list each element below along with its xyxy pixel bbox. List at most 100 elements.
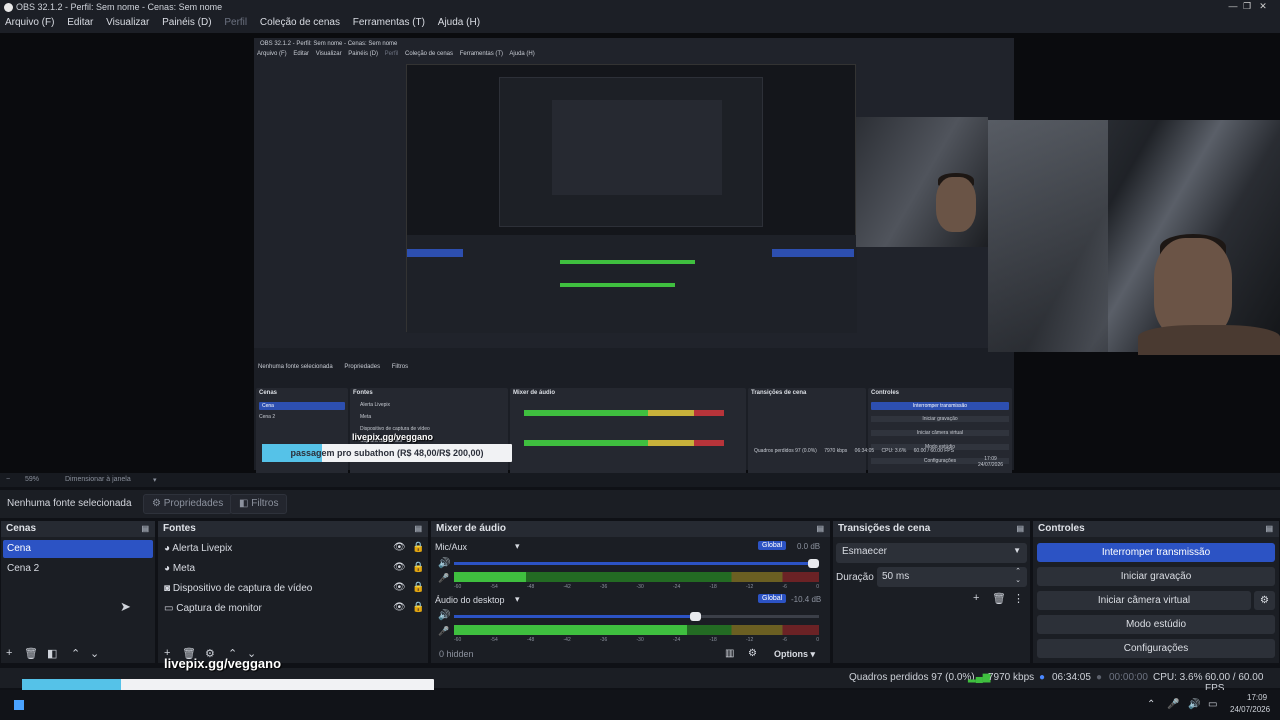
- eye-icon[interactable]: 👁: [393, 582, 406, 593]
- microphone-icon[interactable]: 🎤: [1167, 699, 1179, 710]
- settings-button[interactable]: Configurações: [1037, 639, 1275, 658]
- lock-icon[interactable]: 🔒: [412, 582, 424, 593]
- windows-start-icon[interactable]: [14, 700, 24, 710]
- nested-docks: Nenhuma fonte selecionada Propriedades F…: [254, 348, 1014, 478]
- menu-visualizar[interactable]: Visualizar: [101, 15, 154, 30]
- dock-menu-icon[interactable]: ▤: [1265, 524, 1273, 533]
- properties-label: Propriedades: [163, 498, 224, 509]
- menu-colecao-cenas[interactable]: Coleção de cenas: [255, 15, 345, 30]
- transition-selected: Esmaecer: [842, 546, 888, 557]
- zoom-value[interactable]: 59%: [25, 476, 39, 483]
- filter-icon[interactable]: ◧: [47, 647, 57, 660]
- taskbar: ⌃ 🎤 🔊 ▭ 17:09 24/07/2026: [0, 690, 1280, 720]
- lock-icon[interactable]: 🔒: [412, 562, 424, 573]
- nested-menu: Arquivo (F) Editar Visualizar Painéis (D…: [257, 51, 540, 57]
- zoom-mode[interactable]: Dimensionar à janela: [65, 476, 131, 483]
- start-virtual-camera-button[interactable]: Iniciar câmera virtual: [1037, 591, 1251, 610]
- trash-icon[interactable]: 🗑: [992, 592, 1006, 605]
- stepper-up-icon[interactable]: ⌃: [1015, 567, 1021, 575]
- move-up-icon[interactable]: ⌃: [71, 647, 80, 660]
- dock-menu-icon[interactable]: ▤: [1016, 524, 1024, 533]
- nested-transitions-dock: Transições de cena: [748, 388, 866, 478]
- filters-label: Filtros: [251, 498, 279, 509]
- scenes-header: Cenas ▤: [1, 521, 155, 537]
- eye-icon[interactable]: 👁: [393, 562, 406, 573]
- options-button[interactable]: Options ▾: [774, 649, 815, 660]
- lock-icon[interactable]: 🔒: [412, 542, 424, 553]
- volume-slider[interactable]: [454, 612, 819, 621]
- meter-scale: -60 -54 -48 -42 -36 -30 -24 -18 -12 -6 0: [454, 584, 819, 590]
- maximize-button[interactable]: ❐: [1240, 1, 1254, 13]
- source-toolbar: Nenhuma fonte selecionada ⚙ Propriedades…: [0, 490, 1280, 518]
- nested-scenes-title: Cenas: [259, 390, 278, 396]
- add-scene-icon[interactable]: +: [6, 647, 12, 659]
- dock-menu-icon[interactable]: ▤: [816, 524, 824, 533]
- stream-time: 06:34:05: [1052, 672, 1091, 683]
- layout-icon[interactable]: ▥: [725, 648, 734, 659]
- volume-slider[interactable]: [454, 559, 819, 568]
- nested-filters: Filtros: [391, 364, 409, 370]
- network-icon[interactable]: ▭: [1208, 699, 1217, 710]
- advanced-audio-icon[interactable]: ⚙: [748, 648, 757, 659]
- duration-input[interactable]: 50 ms ⌃ ⌄: [877, 567, 1027, 587]
- lock-icon[interactable]: 🔒: [412, 602, 424, 613]
- menu-ajuda[interactable]: Ajuda (H): [433, 15, 485, 30]
- mic-mute-icon[interactable]: 🎤: [438, 573, 449, 584]
- speaker-icon[interactable]: 🔊: [438, 558, 450, 569]
- close-button[interactable]: ✕: [1256, 1, 1270, 13]
- nested-menu-item: Painéis (D): [348, 51, 378, 57]
- source-item[interactable]: ◕ Alerta Livepix 👁 🔒: [160, 540, 426, 558]
- nested-monitor-capture: OBS 32.1.2 - Perfil: Sem nome - Cenas: S…: [254, 38, 1014, 478]
- nested-source-item: Meta: [360, 414, 372, 420]
- zoom-minus-icon[interactable]: −: [6, 476, 10, 483]
- stepper-down-icon[interactable]: ⌄: [1015, 576, 1021, 584]
- volume-slider-knob[interactable]: [689, 612, 701, 621]
- menu-perfil[interactable]: Perfil: [219, 15, 252, 30]
- volume-slider-knob[interactable]: [808, 559, 819, 568]
- eye-icon[interactable]: 👁: [393, 542, 406, 553]
- source-item[interactable]: ◙ Dispositivo de captura de vídeo 👁 🔒: [160, 580, 426, 598]
- trash-icon[interactable]: 🗑: [24, 647, 38, 660]
- scene-item-cena-2[interactable]: Cena 2: [3, 560, 153, 578]
- dock-menu-icon[interactable]: ▤: [141, 524, 149, 533]
- nested-kbps: 7970 kbps: [824, 448, 848, 454]
- menu-editar[interactable]: Editar: [62, 15, 98, 30]
- nested-menu-item: Coleção de cenas: [404, 51, 454, 57]
- move-down-icon[interactable]: ⌄: [90, 647, 99, 660]
- more-options-icon[interactable]: ⋮: [1013, 592, 1024, 605]
- tray-chevron-icon[interactable]: ⌃: [1147, 699, 1155, 710]
- meter-scale: -60 -54 -48 -42 -36 -30 -24 -18 -12 -6 0: [454, 637, 819, 643]
- speaker-icon[interactable]: 🔊: [438, 610, 450, 621]
- zoom-dropdown-icon[interactable]: ▾: [153, 476, 157, 484]
- virtual-camera-settings-gear-icon[interactable]: ⚙: [1254, 591, 1275, 610]
- sources-dock: Fontes ▤ ◕ Alerta Livepix 👁 🔒 ◕ Meta 👁 🔒…: [158, 521, 428, 663]
- menu-ferramentas[interactable]: Ferramentas (T): [348, 15, 430, 30]
- volume-icon[interactable]: 🔊: [1188, 699, 1200, 710]
- source-item[interactable]: ▭ Captura de monitor 👁 🔒: [160, 600, 426, 618]
- minimize-button[interactable]: —: [1226, 1, 1240, 13]
- stop-stream-button[interactable]: Interromper transmissão: [1037, 543, 1275, 562]
- source-label: Dispositivo de captura de vídeo: [172, 583, 313, 594]
- source-item[interactable]: ◕ Meta 👁 🔒: [160, 560, 426, 578]
- studio-mode-button[interactable]: Modo estúdio: [1037, 615, 1275, 634]
- obs-logo-icon: [4, 3, 13, 12]
- eye-icon[interactable]: 👁: [393, 602, 406, 613]
- add-transition-icon[interactable]: +: [973, 592, 979, 604]
- filter-icon: ◧: [239, 498, 252, 509]
- dock-menu-icon[interactable]: ▤: [414, 524, 422, 533]
- menu-paineis[interactable]: Painéis (D): [157, 15, 216, 30]
- channel-menu-icon[interactable]: ▾: [515, 541, 520, 552]
- channel-global-badge: Global: [758, 541, 787, 550]
- desktop-mute-icon[interactable]: 🎤: [438, 626, 449, 637]
- transition-select[interactable]: Esmaecer ▼: [836, 543, 1027, 563]
- channel-db: -10.4 dB: [791, 595, 822, 604]
- title-bar: OBS 32.1.2 - Perfil: Sem nome - Cenas: S…: [0, 0, 1280, 15]
- filters-button[interactable]: ◧ Filtros: [230, 494, 288, 514]
- scene-item-cena[interactable]: Cena: [3, 540, 153, 558]
- channel-menu-icon[interactable]: ▾: [515, 594, 520, 605]
- properties-button[interactable]: ⚙ Propriedades: [143, 494, 233, 514]
- nested-overlay-bar: passagem pro subathon (R$ 48,00/R$ 200,0…: [262, 444, 512, 462]
- start-recording-button[interactable]: Iniciar gravação: [1037, 567, 1275, 586]
- menu-arquivo[interactable]: Arquivo (F): [0, 15, 59, 30]
- hidden-count[interactable]: 0 hidden: [439, 649, 474, 659]
